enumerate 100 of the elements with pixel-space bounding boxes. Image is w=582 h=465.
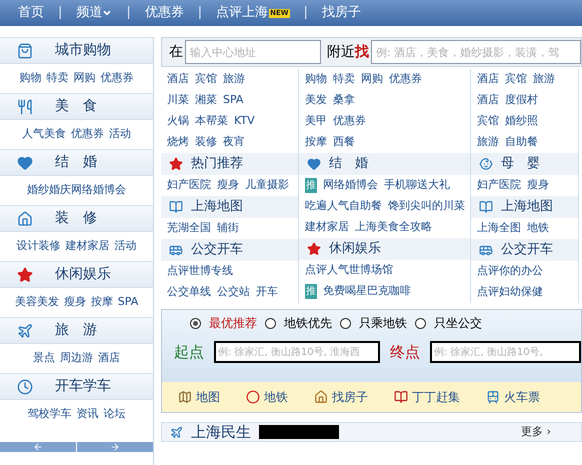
grid-link[interactable]: 地铁 (527, 220, 549, 237)
start-field[interactable]: 例: 徐家汇, 衡山路10号, 淮海西 (214, 341, 380, 363)
category-link[interactable]: 人气美食 (22, 126, 66, 143)
grid-link[interactable]: 瘦身 (217, 177, 239, 194)
grid-link[interactable]: 妇产医院 (477, 177, 521, 194)
route-option[interactable]: 只坐公交 (434, 314, 482, 332)
category-link[interactable]: 活动 (109, 126, 131, 143)
grid-link[interactable]: 宾馆 (195, 71, 217, 88)
address-field[interactable]: 输入中心地址 (185, 40, 321, 64)
category-link[interactable]: 优惠券 (100, 70, 134, 87)
category-link[interactable]: 建材家居 (66, 238, 110, 255)
grid-link[interactable]: 妇产医院 (167, 177, 211, 194)
nav-link[interactable]: 找房子 (322, 3, 361, 23)
grid-link[interactable]: 美甲 (305, 113, 327, 130)
category-link[interactable]: 论坛 (104, 406, 126, 423)
radio-button[interactable] (415, 318, 426, 328)
radio-button[interactable] (190, 318, 201, 328)
grid-link[interactable]: 桑拿 (333, 92, 355, 109)
category-link[interactable]: 景点 (33, 350, 55, 367)
grid-link[interactable]: 公交站 (217, 284, 250, 301)
route-link[interactable]: 火车票 (486, 388, 540, 406)
category-link[interactable]: SPA (118, 294, 138, 311)
category-link[interactable]: 酒店 (98, 350, 120, 367)
grid-link[interactable]: 开车 (256, 284, 278, 301)
category-link[interactable]: 设计装修 (16, 238, 60, 255)
grid-link[interactable]: 川菜 (167, 92, 189, 109)
grid-link[interactable]: 优惠券 (333, 113, 366, 130)
grid-link[interactable]: 芜湖全国 (167, 220, 211, 237)
radio-button[interactable] (340, 318, 351, 328)
grid-link[interactable]: 装修 (195, 134, 217, 151)
category-link[interactable]: 美容美发 (14, 294, 59, 311)
grid-link[interactable]: SPA (223, 92, 244, 109)
grid-link[interactable]: 宾馆 (505, 71, 527, 88)
grid-link[interactable]: 婚纱照 (505, 113, 538, 130)
nav-link[interactable]: 优惠券 (144, 3, 184, 23)
grid-link[interactable]: 购物 (305, 71, 327, 88)
grid-link[interactable]: 辅街 (217, 220, 239, 237)
nav-link[interactable]: 点评上海 (216, 3, 268, 23)
category-link[interactable]: 特卖 (46, 70, 68, 87)
grid-link[interactable]: 瘦身 (527, 177, 549, 194)
route-link[interactable]: 找房子 (314, 388, 368, 406)
grid-link[interactable]: 网购 (361, 71, 383, 88)
grid-link[interactable]: 免费喝星巴克咖啡 (323, 283, 411, 300)
category-link[interactable]: 按摩 (90, 294, 113, 311)
grid-link[interactable]: 点评人气世博场馆 (305, 262, 393, 279)
left-arrow-icon[interactable] (33, 442, 43, 452)
grid-link[interactable]: 本帮菜 (195, 113, 228, 130)
route-option[interactable]: 最优推荐 (209, 314, 257, 332)
category-link[interactable]: 驾校学车 (28, 406, 72, 423)
grid-link[interactable]: 度假村 (505, 92, 538, 109)
grid-link[interactable]: 自助餐 (505, 134, 538, 151)
radio-button[interactable] (265, 318, 276, 328)
grid-link[interactable]: 旅游 (533, 71, 555, 88)
category-link[interactable]: 资讯 (76, 406, 98, 423)
nav-link[interactable]: 首页 (18, 3, 44, 23)
grid-link[interactable]: 网络婚博会 (323, 177, 378, 194)
grid-link[interactable]: 点评妇幼保健 (477, 284, 543, 301)
category-link[interactable]: 购物 (20, 70, 42, 87)
grid-link[interactable]: 建材家居 (305, 219, 349, 236)
nav-link[interactable]: 频道 (76, 3, 112, 23)
category-link[interactable]: 瘦身 (64, 294, 86, 311)
grid-link[interactable]: 特卖 (333, 71, 355, 88)
grid-link[interactable]: 上海全图 (477, 220, 521, 237)
route-option[interactable]: 地铁优先 (284, 314, 332, 332)
more-link[interactable]: 更多 › (521, 424, 551, 440)
grid-link[interactable]: KTV (234, 113, 255, 130)
keyword-field[interactable]: 例: 酒店，美食，婚纱摄影，装潢，驾 (371, 40, 581, 64)
grid-link[interactable]: 点评世博专线 (167, 263, 233, 280)
category-link[interactable]: 婚纱婚庆网络婚博会 (27, 182, 126, 199)
grid-link[interactable]: 儿童摄影 (245, 177, 289, 194)
grid-link[interactable]: 酒店 (477, 92, 499, 109)
grid-link[interactable]: 点评你的办公 (477, 263, 543, 280)
route-link[interactable]: 地图 (178, 388, 220, 406)
category-link[interactable]: 活动 (114, 238, 136, 255)
grid-link[interactable]: 美发 (305, 92, 327, 109)
end-field[interactable]: 例: 徐家汇, 衡山路10号, (430, 341, 581, 363)
grid-link[interactable]: 馋到尖叫的川菜 (388, 198, 465, 215)
category-link[interactable]: 优惠券 (71, 126, 104, 143)
right-arrow-icon[interactable] (110, 442, 120, 452)
grid-link[interactable]: 公交单线 (167, 284, 211, 301)
grid-link[interactable]: 夜宵 (223, 134, 245, 151)
route-link[interactable]: 地铁 (246, 388, 288, 406)
category-link[interactable]: 网购 (74, 70, 96, 87)
grid-link[interactable]: 吃遍人气自助餐 (305, 198, 382, 215)
route-option[interactable]: 只乘地铁 (359, 314, 407, 332)
category-link[interactable]: 周边游 (60, 350, 93, 367)
grid-link[interactable]: 酒店 (167, 71, 189, 88)
grid-link[interactable]: 上海美食全攻略 (355, 219, 432, 236)
grid-link[interactable]: 湘菜 (195, 92, 217, 109)
grid-link[interactable]: 宾馆 (477, 113, 499, 130)
grid-link[interactable]: 手机聊送大礼 (384, 177, 450, 194)
grid-link[interactable]: 酒店 (477, 71, 499, 88)
grid-link[interactable]: 旅游 (223, 71, 245, 88)
grid-link[interactable]: 烧烤 (167, 134, 189, 151)
grid-link[interactable]: 按摩 (305, 134, 327, 151)
grid-link[interactable]: 火锅 (167, 113, 189, 130)
grid-link[interactable]: 旅游 (477, 134, 499, 151)
route-link[interactable]: 丁丁赶集 (394, 388, 460, 406)
grid-link[interactable]: 优惠券 (389, 71, 422, 88)
grid-link[interactable]: 西餐 (333, 134, 355, 151)
